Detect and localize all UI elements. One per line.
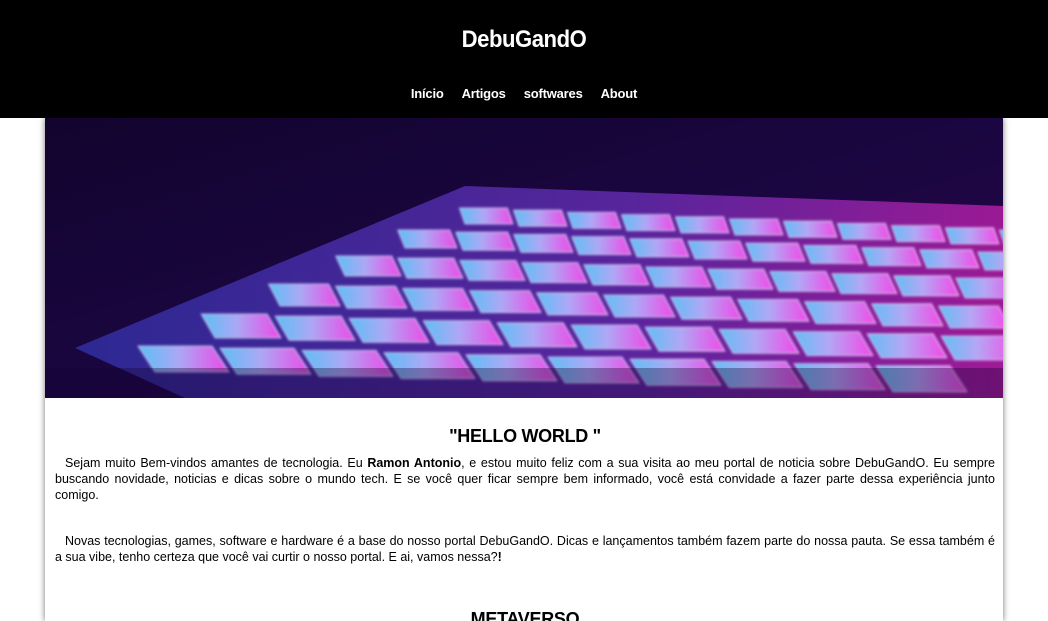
keyboard-key (570, 324, 652, 350)
site-header: DebuGandO Início Artigos softwares About (0, 0, 1048, 118)
keyboard-key (521, 262, 588, 284)
keyboard-key (629, 238, 690, 258)
keyboard-key (803, 245, 864, 264)
keyboard-key (644, 326, 726, 352)
keyboard-key (571, 236, 632, 256)
keyboard-key (459, 259, 526, 281)
keyboard-key (458, 207, 514, 225)
keyboard-key (602, 294, 676, 318)
keyboard-key (782, 220, 838, 238)
keyboard-key (836, 223, 892, 240)
keyboard-key (803, 301, 877, 325)
keyboard-key (745, 242, 806, 262)
keyboard-key (468, 290, 542, 314)
content-card: "HELLO WORLD " Sejam muito Bem-vindos am… (45, 118, 1003, 621)
keyboard-key (200, 313, 282, 339)
second-text-end: ! (497, 550, 502, 564)
page-heading: "HELLO WORLD " (449, 426, 601, 446)
second-text: Novas tecnologias, games, software e har… (55, 534, 995, 564)
keyboard-key (566, 212, 622, 229)
keyboard-key (861, 247, 922, 267)
keyboard-key (919, 249, 980, 269)
keyboard-key (422, 320, 504, 346)
keyboard-key (535, 292, 609, 316)
keyboard-key (937, 305, 1003, 329)
keyboard-key (401, 287, 475, 311)
keyboard-key (513, 234, 574, 253)
site-logo-title[interactable]: DebuGandO (42, 26, 1006, 54)
keyboard-key (267, 283, 341, 307)
keyboard-key (792, 331, 874, 357)
keyboard-key (397, 229, 458, 249)
author-name: Ramon Antonio (367, 456, 462, 470)
keyboard-key (348, 317, 430, 343)
keyboard-key (274, 315, 356, 341)
intro-paragraph: Sejam muito Bem-vindos amantes de tecnol… (55, 455, 995, 503)
keyboard-key (455, 231, 516, 251)
hero-keyboard-image (45, 118, 1003, 398)
keyboard-key (890, 225, 946, 242)
keyboard-key (496, 322, 578, 348)
keyboard-key (335, 255, 402, 277)
keyboard-key (707, 268, 774, 290)
keyboard-key (866, 333, 948, 359)
keyboard-key (687, 240, 748, 260)
keyboard-key (944, 227, 1000, 245)
keyboard-key (645, 266, 712, 288)
intro-text-start: Sejam muito Bem-vindos amantes de tecnol… (65, 456, 368, 470)
keyboard-key (512, 209, 568, 227)
nav-link-softwares[interactable]: softwares (524, 86, 583, 101)
main-content: "HELLO WORLD " Sejam muito Bem-vindos am… (45, 426, 1003, 621)
keyboard-key (736, 298, 810, 322)
keyboard-key (674, 216, 730, 234)
main-nav: Início Artigos softwares About (0, 86, 1048, 101)
nav-link-artigos[interactable]: Artigos (462, 86, 506, 101)
keyboard-key (669, 296, 743, 320)
keyboard-key (334, 285, 408, 309)
nav-link-inicio[interactable]: Início (411, 86, 444, 101)
nav-link-about[interactable]: About (601, 86, 638, 101)
keyboard-key (870, 303, 944, 327)
keyboard-key (831, 273, 898, 295)
keyboard-key (397, 257, 464, 279)
keyboard-key (769, 270, 836, 292)
keyboard-key (583, 264, 650, 286)
second-paragraph: Novas tecnologias, games, software e har… (55, 533, 995, 565)
section-title-metaverso: METAVERSO (470, 609, 580, 621)
keyboard-key (893, 275, 960, 297)
keyboard-key (718, 328, 800, 354)
keyboard-key (620, 214, 676, 231)
keyboard-key (728, 218, 784, 236)
